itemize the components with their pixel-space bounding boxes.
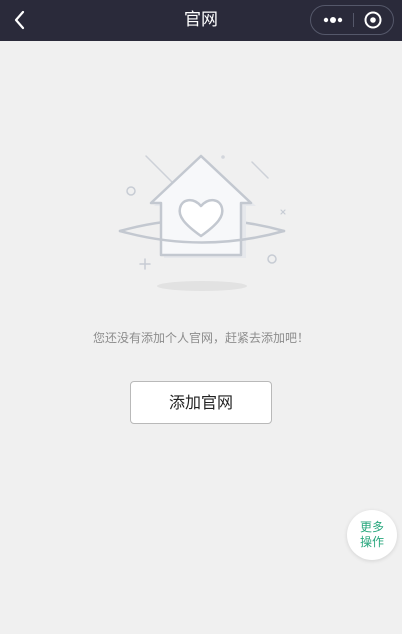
close-miniprogram-button[interactable] (354, 6, 394, 34)
more-button[interactable] (311, 6, 353, 34)
navigation-bar: 官网 (0, 0, 402, 41)
more-operations-label-line1: 更多 (359, 520, 384, 534)
add-website-button[interactable]: 添加官网 (130, 381, 272, 424)
more-operations-button[interactable]: 更多 操作 (347, 510, 397, 560)
chevron-left-icon (14, 10, 25, 30)
empty-state-message: 您还没有添加个人官网，赶紧去添加吧！ (92, 331, 309, 345)
capsule-menu (310, 5, 394, 35)
back-button[interactable] (8, 6, 34, 34)
more-operations-label-line2: 操作 (359, 535, 384, 549)
more-dots-icon (323, 17, 343, 23)
house-heart-illustration (110, 148, 292, 296)
target-circle-icon (364, 11, 382, 29)
